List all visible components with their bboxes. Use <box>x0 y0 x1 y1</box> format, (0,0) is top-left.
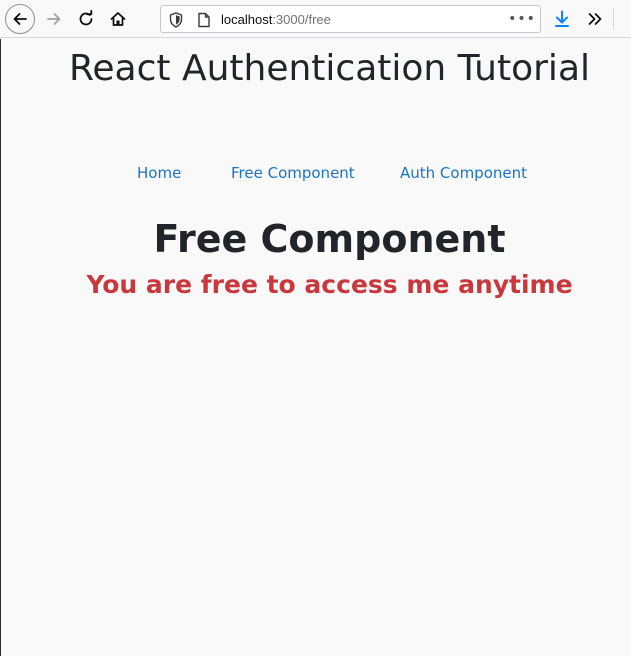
url-path: :3000/free <box>272 12 331 27</box>
overflow-menu-button[interactable] <box>582 6 608 32</box>
free-access-message: You are free to access me anytime <box>86 270 573 299</box>
home-icon <box>110 12 126 26</box>
tracking-protection-shield-icon[interactable] <box>169 12 183 28</box>
url-text[interactable]: localhost:3000/free <box>221 12 331 27</box>
reload-icon <box>79 10 93 26</box>
back-button[interactable] <box>5 4 35 34</box>
page-title: React Authentication Tutorial <box>68 48 590 89</box>
page-info-icon[interactable] <box>197 12 211 28</box>
nav-link-home[interactable]: Home <box>137 164 181 182</box>
forward-button[interactable] <box>39 4 69 34</box>
chevron-double-right-icon <box>588 13 602 25</box>
browser-toolbar: localhost:3000/free ••• <box>0 0 631 38</box>
downloads-button[interactable] <box>549 6 575 32</box>
nav-link-free-component[interactable]: Free Component <box>231 164 355 182</box>
arrow-right-icon <box>47 13 61 25</box>
page-content: React Authentication Tutorial Home Free … <box>0 39 631 656</box>
address-bar[interactable]: localhost:3000/free ••• <box>160 5 541 33</box>
navigation-bar: Home Free Component Auth Component <box>1 164 631 186</box>
toolbar-separator <box>613 8 614 30</box>
url-host: localhost <box>221 12 273 27</box>
download-arrow-icon <box>555 10 569 27</box>
arrow-left-icon <box>13 13 27 25</box>
home-button[interactable] <box>103 4 133 34</box>
reload-button[interactable] <box>71 4 101 34</box>
page-actions-menu-button[interactable]: ••• <box>508 7 535 31</box>
nav-link-auth-component[interactable]: Auth Component <box>400 164 527 182</box>
component-heading: Free Component <box>153 217 506 261</box>
